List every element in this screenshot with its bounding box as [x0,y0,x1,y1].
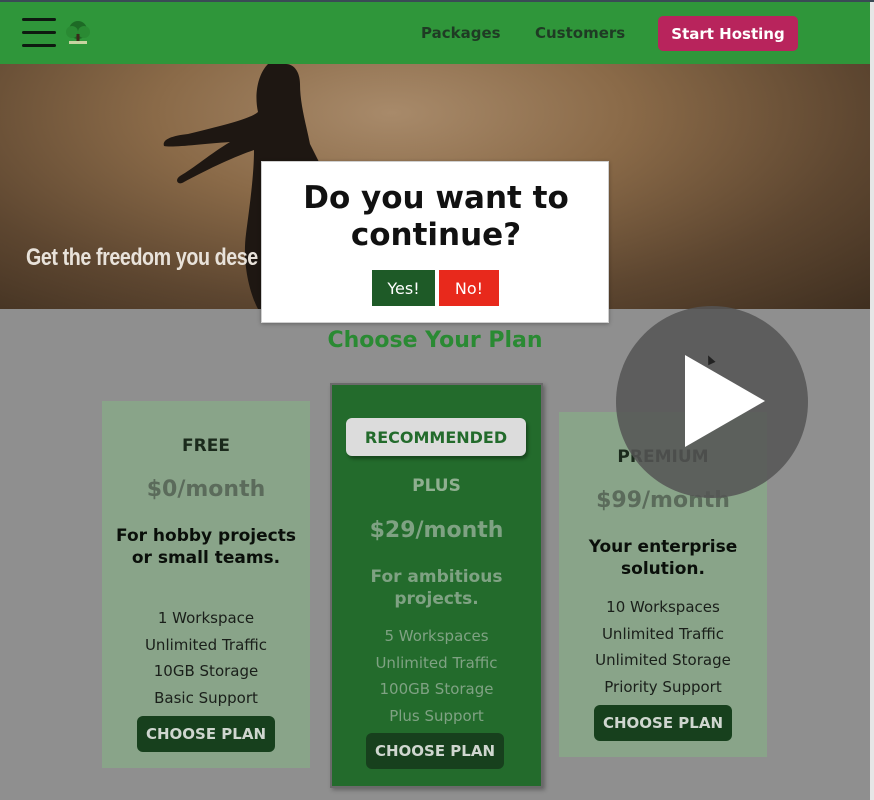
plan-card-plus: RECOMMENDED PLUS $29/month For ambitious… [330,383,543,788]
plan-feature: Basic Support [154,688,258,707]
page-scrollbar[interactable] [870,2,874,800]
plan-card-free: FREE $0/month For hobby projects or smal… [102,401,310,768]
plan-feature: 10GB Storage [153,662,259,680]
tree-logo-icon[interactable] [64,19,92,47]
dialog-title: Do you want to continue? [303,180,569,253]
no-button[interactable]: No! [439,270,499,306]
plan-description: Your enterprise solution. [588,537,738,579]
hamburger-menu-icon[interactable] [22,18,56,48]
plan-name: PLUS [412,476,461,496]
plan-name: FREE [182,436,230,456]
plan-feature: Plus Support [389,706,484,725]
plan-price: $0/month [146,477,266,502]
plan-feature: Unlimited Traffic [144,635,268,654]
choose-plan-button-premium[interactable]: CHOOSE PLAN [594,705,732,741]
confirm-dialog: Do you want to continue? Yes! No! [261,161,609,323]
plan-feature: Unlimited Traffic [375,653,498,672]
plan-feature-list: 5 Workspaces Unlimited Traffic 100GB Sto… [332,623,541,729]
site-header: Packages Customers Start Hosting [0,2,870,64]
recommended-badge: RECOMMENDED [346,418,526,456]
play-icon [685,355,765,447]
choose-plan-button-free[interactable]: CHOOSE PLAN [137,716,275,752]
hero-tagline: Get the freedom you dese [26,244,258,271]
nav-link-packages[interactable]: Packages [421,24,501,42]
plan-feature: Priority Support [604,677,722,696]
plan-feature: Unlimited Storage [595,651,731,669]
plan-feature: Unlimited Traffic [601,624,725,643]
plan-feature-list: 10 Workspaces Unlimited Traffic Unlimite… [559,594,767,700]
yes-button[interactable]: Yes! [372,270,435,306]
plan-feature: 100GB Storage [379,680,494,698]
plan-feature: 10 Workspaces [606,598,720,616]
video-play-button[interactable] [616,306,808,498]
choose-plan-button-plus[interactable]: CHOOSE PLAN [366,733,504,769]
plan-price: $29/month [369,518,504,543]
plan-description: For ambitious projects. [370,567,503,609]
plan-feature: 5 Workspaces [384,627,489,645]
nav-link-customers[interactable]: Customers [535,24,625,42]
plan-description: For hobby projects or small teams. [116,526,296,568]
plan-feature: 1 Workspace [157,609,255,627]
start-hosting-button[interactable]: Start Hosting [658,16,798,51]
plan-feature-list: 1 Workspace Unlimited Traffic 10GB Stora… [102,605,310,711]
